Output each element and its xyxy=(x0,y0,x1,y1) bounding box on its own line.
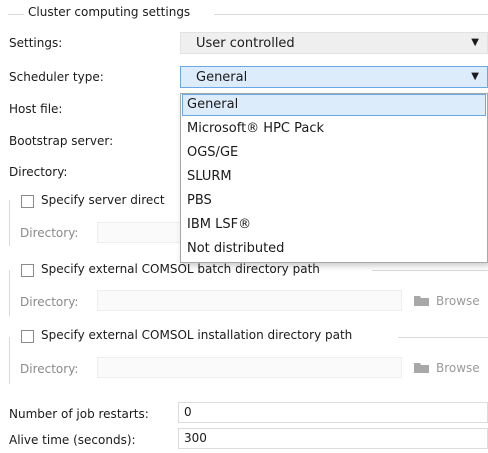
server-dir-input[interactable] xyxy=(97,222,182,243)
batch-group-border-left xyxy=(9,270,10,316)
scheduler-option[interactable]: SLURM xyxy=(182,166,486,188)
scheduler-option[interactable]: Not distributed xyxy=(182,238,486,260)
scheduler-option[interactable]: PBS xyxy=(182,190,486,212)
group-divider-left xyxy=(8,14,24,15)
directory-label: Directory: xyxy=(9,165,68,179)
restarts-value: 0 xyxy=(184,405,192,419)
batch-group-border-right xyxy=(372,270,488,271)
batch-dir-label: Directory: xyxy=(20,295,79,309)
host-file-label: Host file: xyxy=(9,102,63,116)
install-dir-checkbox-label: Specify external COMSOL installation dir… xyxy=(41,328,353,342)
server-group-border-left xyxy=(9,200,10,246)
scheduler-option[interactable]: OGS/GE xyxy=(182,142,486,164)
alive-time-value: 300 xyxy=(184,431,207,445)
folder-icon xyxy=(414,296,429,306)
batch-browse-button[interactable]: Browse xyxy=(414,294,480,308)
scheduler-option[interactable]: General xyxy=(182,94,486,116)
restarts-input[interactable]: 0 xyxy=(178,402,488,423)
bootstrap-server-label: Bootstrap server: xyxy=(9,134,114,148)
scheduler-option[interactable]: Microsoft® HPC Pack xyxy=(182,118,486,140)
batch-dir-checkbox[interactable] xyxy=(21,264,34,277)
install-dir-input[interactable] xyxy=(97,357,402,378)
server-dir-checkbox[interactable] xyxy=(21,195,34,208)
group-divider-right xyxy=(214,14,488,15)
group-title: Cluster computing settings xyxy=(28,5,191,19)
install-group-border-right xyxy=(398,337,488,338)
install-group-border-left xyxy=(9,337,10,384)
server-dir-checkbox-label: Specify server direct xyxy=(41,193,165,207)
folder-icon xyxy=(414,363,429,373)
settings-value: User controlled xyxy=(196,36,295,51)
settings-select[interactable]: User controlled ▼ xyxy=(180,32,488,54)
scheduler-value: General xyxy=(196,70,248,85)
scheduler-label: Scheduler type: xyxy=(9,70,104,84)
install-browse-button[interactable]: Browse xyxy=(414,361,480,375)
alive-time-input[interactable]: 300 xyxy=(178,428,488,449)
scheduler-select[interactable]: General ▼ xyxy=(180,66,488,88)
batch-browse-label: Browse xyxy=(436,294,480,308)
caret-down-icon: ▼ xyxy=(471,37,479,48)
install-browse-label: Browse xyxy=(436,361,480,375)
server-dir-label: Directory: xyxy=(20,226,79,240)
batch-dir-checkbox-label: Specify external COMSOL batch directory … xyxy=(41,262,320,276)
restarts-label: Number of job restarts: xyxy=(9,407,149,421)
scheduler-dropdown-list: General Microsoft® HPC Pack OGS/GE SLURM… xyxy=(180,93,488,263)
batch-dir-input[interactable] xyxy=(97,290,402,311)
alive-time-label: Alive time (seconds): xyxy=(9,433,136,447)
install-dir-label: Directory: xyxy=(20,362,79,376)
caret-down-icon: ▼ xyxy=(471,71,479,82)
scheduler-option[interactable]: IBM LSF® xyxy=(182,214,486,236)
install-dir-checkbox[interactable] xyxy=(21,330,34,343)
settings-label: Settings: xyxy=(9,36,63,50)
